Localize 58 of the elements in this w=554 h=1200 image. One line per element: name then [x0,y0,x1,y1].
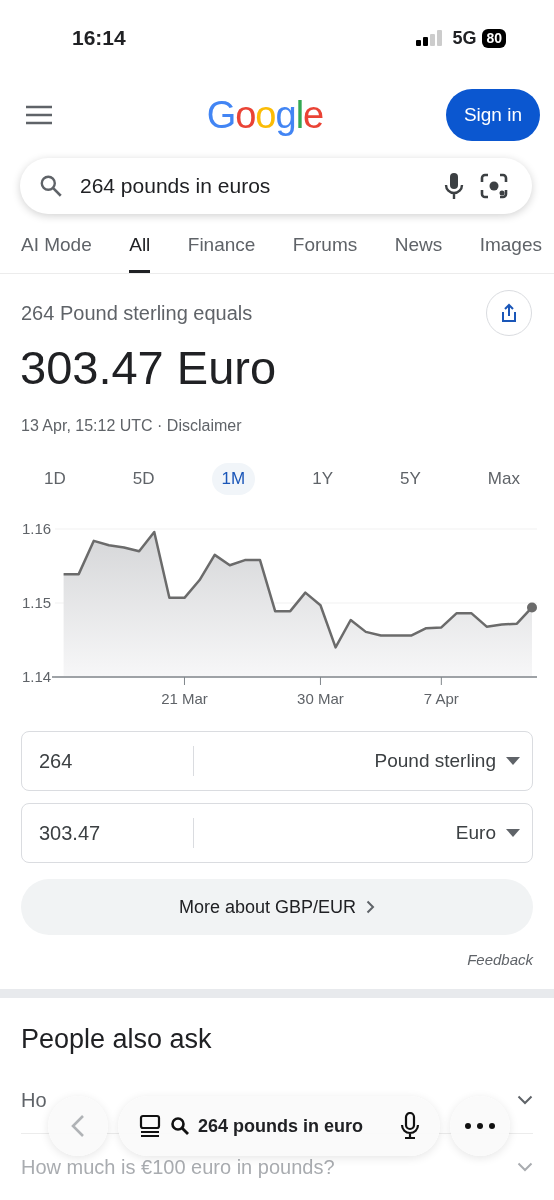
range-tab[interactable]: 1M [211,463,256,495]
chevron-down-icon[interactable] [517,1095,533,1105]
tick-mark [319,676,321,686]
battery-level: 80 [482,28,506,48]
search-field[interactable]: 264 pounds in euros [20,158,532,214]
search-tab[interactable]: Forums [292,230,358,273]
timestamp-text: 13 Apr, 15:12 UTC · Disclaimer [20,417,243,435]
axis-label: 1.16 [22,520,52,537]
search-icon [170,1116,190,1136]
feedback-link[interactable]: Feedback [0,951,554,968]
address-bar[interactable]: 264 pounds in euro [118,1096,440,1156]
section-heading: People also ask [20,1024,213,1055]
share-icon [500,303,518,323]
search-tab[interactable]: News [394,230,443,273]
microphone-icon[interactable] [400,1112,420,1140]
tick-mark [440,676,442,686]
axis-label: 21 Mar [161,690,208,707]
chevron-right-icon [366,900,376,914]
range-tab[interactable]: 5D [122,463,165,495]
address-text: 264 pounds in euro [198,1115,365,1137]
range-tab[interactable]: 1D [34,463,76,495]
currency-select[interactable]: Pound sterling [194,750,496,772]
amount-field[interactable]: 264 [22,746,194,776]
menu-icon[interactable] [24,105,54,125]
search-tab[interactable]: Images [479,230,542,273]
question-text[interactable]: Ho [21,1088,47,1112]
search-tab[interactable]: All [129,230,151,273]
axis-label: 7 Apr [423,690,459,707]
sign-in-button[interactable]: Sign in [445,89,540,141]
range-tab[interactable]: 1Y [302,463,343,495]
currency-select[interactable]: Euro [194,822,496,844]
search-tab[interactable]: Finance [187,230,256,273]
tick-mark [184,676,185,686]
network-label: 5G [452,27,477,49]
axis-label: 1.14 [22,668,52,685]
axis-label: 30 Mar [297,690,344,707]
status-time: 16:14 [72,26,127,50]
converted-amount: 303.47 Euro [19,340,278,395]
currency-row[interactable]: 264 Pound sterling [21,731,533,791]
last-point-dot [527,602,537,613]
google-logo: Google [205,93,325,137]
amount-field[interactable]: 303.47 [22,818,194,848]
dropdown-caret-icon [506,757,520,765]
more-dots-icon [465,1123,495,1129]
axis-label: 1.15 [22,594,52,611]
range-tab[interactable]: Max [477,463,530,495]
result-caption: 264 Pound sterling equals [21,301,254,325]
disclaimer-link[interactable]: Disclaimer [166,417,242,434]
signal-icon [416,30,445,46]
dropdown-caret-icon [506,829,520,837]
search-tab[interactable]: AI Mode [21,230,92,273]
currency-row[interactable]: 303.47 Euro [21,803,533,863]
microphone-icon[interactable] [444,172,464,200]
more-about-button[interactable]: More about GBP/EUR [21,879,533,935]
range-tab[interactable]: 5Y [390,463,431,495]
camera-icon[interactable] [480,173,508,199]
tabs-icon[interactable] [138,1114,162,1138]
search-icon [38,173,64,199]
